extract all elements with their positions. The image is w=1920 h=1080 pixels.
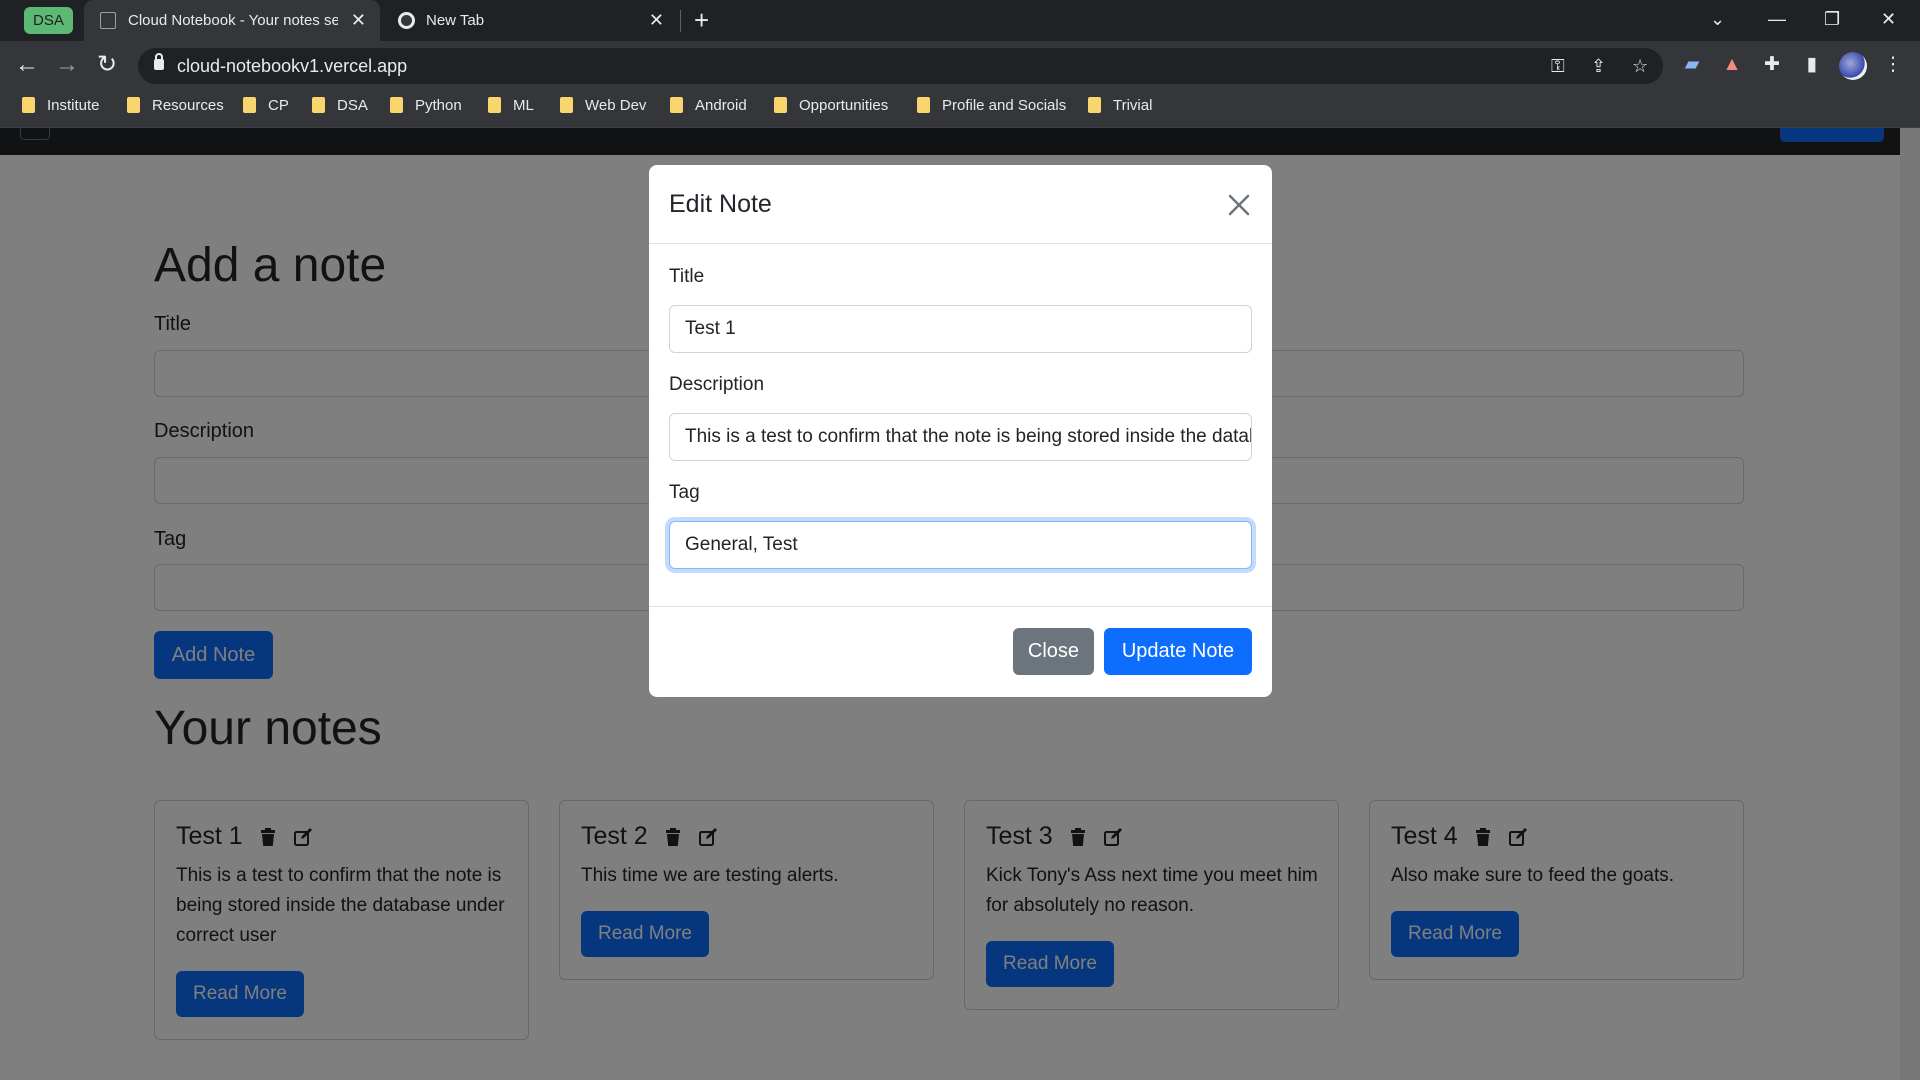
chrome-icon (398, 12, 415, 29)
modal-title: Edit Note (669, 190, 772, 218)
modal-title-input[interactable]: Test 1 (669, 305, 1252, 353)
tab-close-icon[interactable]: ✕ (649, 0, 664, 41)
folder-icon (390, 97, 403, 113)
modal-description-label: Description (669, 374, 765, 395)
reload-icon[interactable]: ↻ (92, 51, 122, 81)
browser-tab-strip: DSA Cloud Notebook - Your notes secured … (0, 0, 1920, 41)
tab-group-label[interactable]: DSA (24, 7, 73, 34)
lock-icon (154, 53, 164, 70)
window-close-icon[interactable]: ✕ (1881, 0, 1896, 38)
page-favicon-icon (100, 12, 116, 29)
modal-title-label: Title (669, 266, 705, 287)
close-button[interactable]: Close (1013, 628, 1094, 675)
modal-tag-input[interactable]: General, Test (669, 521, 1252, 569)
folder-icon (488, 97, 501, 113)
modal-tag-label: Tag (669, 482, 700, 503)
web-page: Add a note Title Description Tag Add Not… (0, 128, 1920, 1080)
profile-avatar[interactable] (1839, 52, 1867, 80)
modal-footer: Close Update Note (649, 606, 1272, 697)
restore-icon[interactable]: ❐ (1824, 0, 1840, 38)
bookmarks-bar: Institute Resources CP DSA Python ML Web… (0, 91, 1920, 128)
modal-close-x-icon[interactable] (1226, 192, 1252, 218)
tab-separator (680, 10, 681, 32)
new-tab-plus-icon[interactable]: + (694, 0, 709, 41)
bookmark-star-icon[interactable]: ☆ (1632, 55, 1648, 77)
key-icon[interactable]: ⚿ (1551, 55, 1565, 77)
address-bar[interactable]: cloud-notebookv1.vercel.app ⚿ ⇪ ☆ (138, 48, 1663, 84)
share-icon[interactable]: ⇪ (1591, 55, 1606, 77)
bookmark-folder[interactable]: Python (390, 91, 462, 128)
bookmark-folder[interactable]: Opportunities (774, 91, 888, 128)
bookmark-folder[interactable]: CP (243, 91, 289, 128)
back-arrow-icon[interactable]: ← (12, 51, 42, 81)
folder-icon (312, 97, 325, 113)
bookmark-folder[interactable]: Trivial (1088, 91, 1152, 128)
extensions-puzzle-icon[interactable]: ✚ (1760, 53, 1784, 77)
modal-description-input[interactable]: This is a test to confirm that the note … (669, 413, 1252, 461)
browser-toolbar: ← → ↻ cloud-notebookv1.vercel.app ⚿ ⇪ ☆ … (0, 41, 1920, 91)
folder-icon (22, 97, 35, 113)
forward-arrow-icon[interactable]: → (52, 51, 82, 81)
bookmark-folder[interactable]: Profile and Socials (917, 91, 1066, 128)
update-note-button[interactable]: Update Note (1104, 628, 1252, 675)
extension-cast-icon[interactable]: ▰ (1680, 53, 1704, 77)
modal-header: Edit Note (649, 165, 1272, 244)
folder-icon (670, 97, 683, 113)
edit-note-modal: Edit Note Title Test 1 Description This … (649, 165, 1272, 697)
folder-icon (127, 97, 140, 113)
tab-cloud-notebook[interactable]: Cloud Notebook - Your notes secured ✕ (84, 0, 380, 41)
bookmark-folder[interactable]: ML (488, 91, 534, 128)
menu-kebab-icon[interactable]: ⋮ (1881, 53, 1905, 77)
folder-icon (243, 97, 256, 113)
bookmark-folder[interactable]: Android (670, 91, 747, 128)
folder-icon (1088, 97, 1101, 113)
tab-close-icon[interactable]: ✕ (351, 0, 366, 41)
bookmark-folder[interactable]: Institute (22, 91, 100, 128)
bookmark-folder[interactable]: Resources (127, 91, 224, 128)
folder-icon (560, 97, 573, 113)
tab-new-tab[interactable]: New Tab ✕ (388, 0, 678, 41)
tab-title: New Tab (426, 12, 485, 29)
tab-search-chevron-icon[interactable]: ⌄ (1710, 0, 1725, 38)
minimize-icon[interactable]: — (1768, 0, 1786, 38)
folder-icon (917, 97, 930, 113)
bookmark-folder[interactable]: DSA (312, 91, 368, 128)
folder-icon (774, 97, 787, 113)
extension-fox-icon[interactable]: ▲ (1720, 53, 1744, 77)
side-panel-icon[interactable]: ▮ (1800, 53, 1824, 77)
bookmark-folder[interactable]: Web Dev (560, 91, 646, 128)
url-text: cloud-notebookv1.vercel.app (177, 56, 408, 76)
tab-title: Cloud Notebook - Your notes secured (128, 12, 338, 29)
